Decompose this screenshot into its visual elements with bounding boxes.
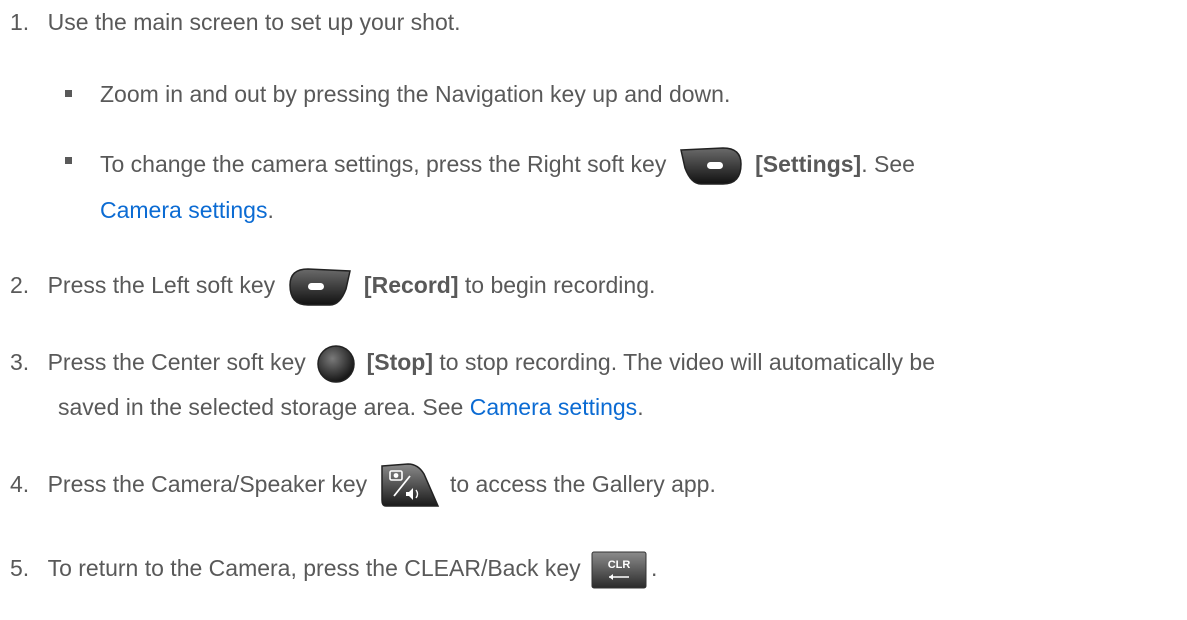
bullet-item: To change the camera settings, press the… — [100, 144, 915, 186]
step-text: Press the Left soft key — [47, 272, 276, 298]
step-2: 2. Press the Left soft key [Record] to b… — [10, 265, 655, 307]
center-soft-key-icon — [316, 344, 356, 384]
step-number: 3. — [10, 349, 30, 375]
step-text: . — [637, 394, 644, 420]
camera-speaker-key-icon — [378, 462, 440, 510]
left-soft-key-icon — [286, 267, 354, 307]
step-3-continued: saved in the selected storage area. See … — [58, 392, 644, 422]
settings-label: [Settings] — [755, 151, 862, 177]
step-number: 4. — [10, 471, 30, 497]
step-3: 3. Press the Center soft key [Stop] to s… — [10, 342, 935, 384]
step-number: 5. — [10, 555, 30, 581]
bullet-marker — [65, 90, 72, 97]
step-text: . — [651, 555, 658, 581]
record-label: [Record] — [363, 272, 459, 298]
right-soft-key-icon — [677, 146, 745, 186]
camera-settings-link[interactable]: Camera settings — [100, 197, 267, 223]
clear-back-key-icon: CLR — [591, 551, 647, 589]
step-text: to begin recording. — [464, 272, 656, 298]
bullet-marker — [65, 157, 72, 164]
step-text: To return to the Camera, press the CLEAR… — [47, 555, 581, 581]
clear-key-label: CLR — [608, 559, 631, 571]
bullet-text: Zoom in and out by pressing the Navigati… — [100, 81, 731, 107]
step-4: 4. Press the Camera/Speaker key to acces… — [10, 460, 716, 510]
step-number: 2. — [10, 272, 30, 298]
step-text: Press the Center soft key — [47, 349, 306, 375]
stop-label: [Stop] — [366, 349, 434, 375]
step-1: 1. Use the main screen to set up your sh… — [10, 7, 461, 37]
step-text: Press the Camera/Speaker key — [47, 471, 368, 497]
step-text: to stop recording. The video will automa… — [439, 349, 936, 375]
bullet-item: Zoom in and out by pressing the Navigati… — [100, 79, 730, 109]
camera-settings-link[interactable]: Camera settings — [470, 394, 637, 420]
step-text: to access the Gallery app. — [449, 471, 716, 497]
step-number: 1. — [10, 9, 30, 35]
step-text: Use the main screen to set up your shot. — [47, 9, 461, 35]
bullet-item-continued: Camera settings. — [100, 195, 274, 225]
bullet-text: . — [267, 197, 274, 223]
step-text: saved in the selected storage area. See — [58, 394, 464, 420]
bullet-text: To change the camera settings, press the… — [100, 151, 667, 177]
bullet-text: . See — [861, 151, 915, 177]
step-5: 5. To return to the Camera, press the CL… — [10, 548, 657, 589]
